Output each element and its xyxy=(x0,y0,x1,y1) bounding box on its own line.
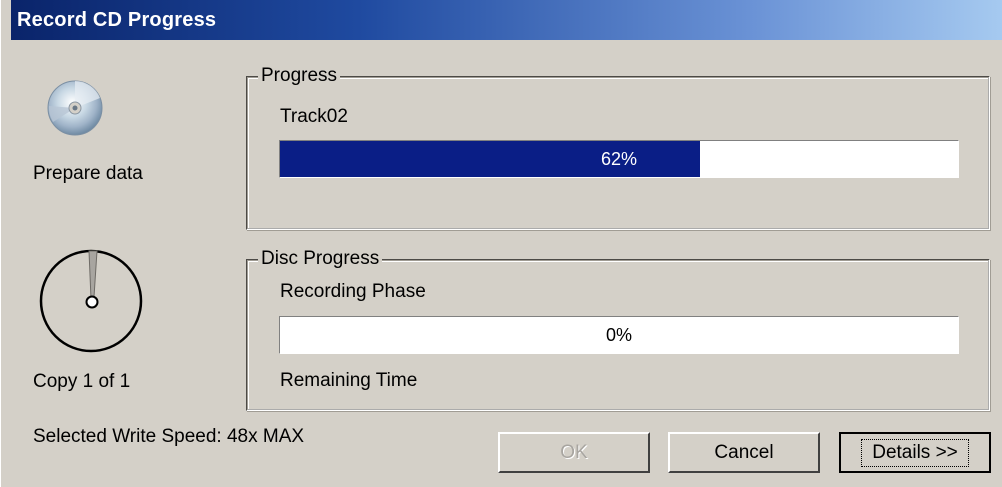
stopwatch-icon xyxy=(37,247,145,355)
ok-button[interactable]: OK xyxy=(498,432,650,473)
track-progress-percent: 62% xyxy=(600,148,638,169)
disc-progress-group-legend: Disc Progress xyxy=(258,248,383,270)
title-bar[interactable]: Record CD Progress xyxy=(11,0,1002,40)
track-label: Track02 xyxy=(280,106,348,127)
cancel-button[interactable]: Cancel xyxy=(668,432,820,473)
details-button-label: Details >> xyxy=(861,438,969,467)
disc-progress-percent: 0% xyxy=(605,324,632,345)
status-label: Prepare data xyxy=(33,163,143,184)
disc-progress-group: Disc Progress Recording Phase 0% Remaini… xyxy=(246,248,990,411)
record-cd-progress-window: Record CD Progress Prepare data Copy 1 o… xyxy=(0,0,1002,487)
copy-label: Copy 1 of 1 xyxy=(33,371,131,392)
remaining-time-label: Remaining Time xyxy=(280,370,418,391)
recording-phase-label: Recording Phase xyxy=(280,281,426,302)
details-button[interactable]: Details >> xyxy=(839,432,991,473)
cancel-button-label: Cancel xyxy=(714,441,774,463)
progress-group-legend: Progress xyxy=(258,65,341,87)
cd-disc-icon xyxy=(45,78,105,138)
window-title: Record CD Progress xyxy=(17,9,217,31)
write-speed-label: Selected Write Speed: 48x MAX xyxy=(33,426,305,447)
ok-button-label: OK xyxy=(560,441,588,463)
disc-progress-bar: 0% xyxy=(279,316,959,354)
track-progress-bar: 62% xyxy=(279,140,959,178)
progress-group: Progress Track02 62% xyxy=(246,65,990,230)
